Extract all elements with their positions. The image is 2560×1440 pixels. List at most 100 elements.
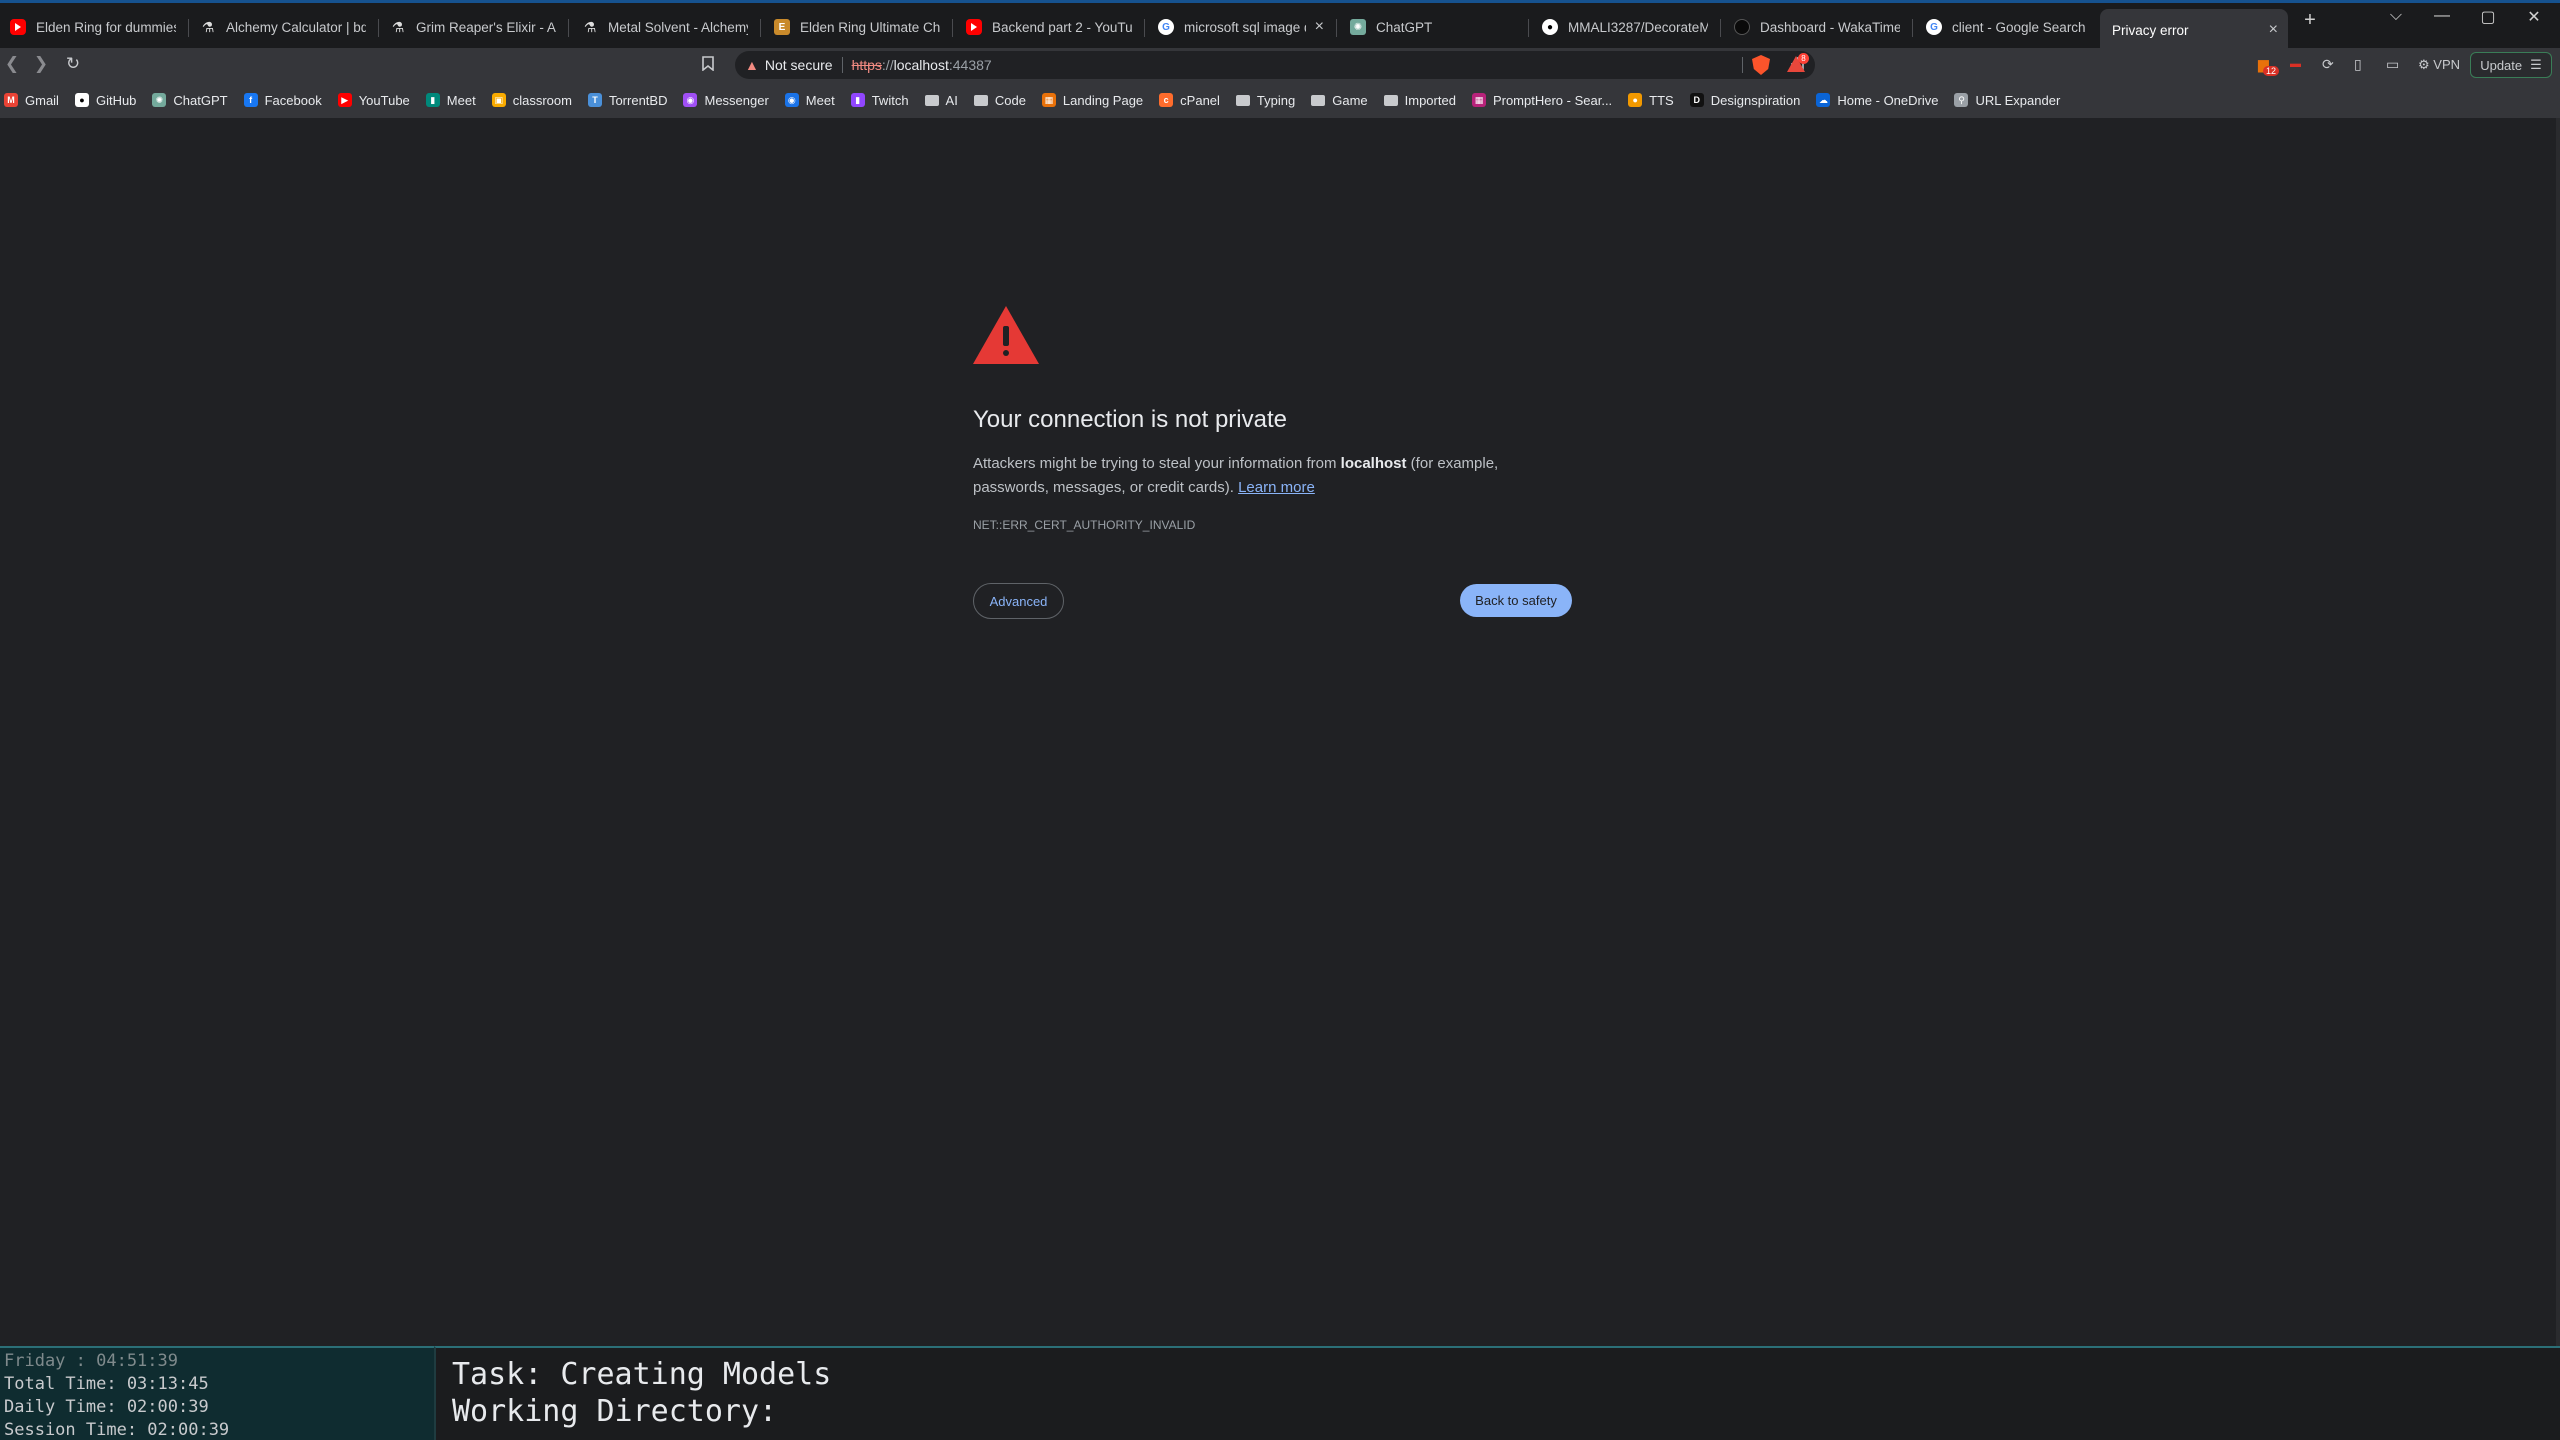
maximize-button[interactable]: ▢: [2468, 7, 2508, 27]
minimize-button[interactable]: —: [2422, 7, 2462, 25]
twitch-icon: ▮: [850, 93, 865, 107]
bookmark-item[interactable]: ▮ Twitch: [850, 93, 909, 108]
rewards-badge: 8: [1798, 53, 1809, 64]
tab-title: microsoft sql image da: [1184, 19, 1306, 35]
url-expander-icon: ⚲: [1954, 93, 1969, 107]
bookmark-label: Meet: [446, 92, 476, 108]
not-secure-label[interactable]: Not secure: [765, 57, 833, 73]
vpn-icon: ⚙: [2418, 57, 2434, 72]
tab[interactable]: G microsoft sql image da ×: [1148, 9, 1334, 45]
vpn-label: VPN: [2433, 57, 2461, 72]
back-button[interactable]: ❮: [0, 54, 24, 74]
wallet-icon[interactable]: ▭: [2386, 56, 2399, 73]
bookmark-label: PromptHero - Sear...: [1492, 92, 1613, 108]
bookmark-item[interactable]: M Gmail: [4, 93, 59, 108]
tab[interactable]: E Elden Ring Ultimate Cheat: [764, 9, 950, 45]
tab[interactable]: ● MMALI3287/DecorateMyN: [1532, 9, 1718, 45]
new-tab-button[interactable]: +: [2290, 9, 2330, 32]
bookmark-label: Messenger: [704, 92, 769, 108]
meet-icon: ◉: [784, 93, 799, 107]
bookmark-item[interactable]: ⚲ URL Expander: [1954, 93, 2060, 108]
tab-search-chevron-icon[interactable]: ⌵: [2376, 7, 2416, 25]
google-icon: G: [1926, 19, 1942, 35]
bookmark-item[interactable]: AI: [924, 93, 958, 108]
tab[interactable]: ⚗ Alchemy Calculator | bdoly: [190, 9, 376, 45]
bookmark-item[interactable]: ▮ Meet: [425, 92, 476, 108]
tab[interactable]: Backend part 2 - YouTube: [956, 9, 1142, 45]
bookmark-item[interactable]: Code: [973, 93, 1026, 108]
bookmark-label: Game: [1332, 92, 1368, 108]
prompthero-icon: ▦: [1471, 93, 1486, 107]
tab-title: Elden Ring Ultimate Cheat: [800, 19, 940, 35]
bookmark-item[interactable]: ◉ Messenger: [683, 92, 769, 108]
page-content: [0, 118, 2556, 1346]
bookmark-item[interactable]: ☁ Home - OneDrive: [1816, 93, 1938, 108]
bookmark-item[interactable]: Imported: [1383, 93, 1456, 108]
bookmark-label: URL Expander: [1975, 92, 2061, 108]
advanced-button[interactable]: Advanced: [973, 583, 1064, 619]
scrollbar[interactable]: [2556, 118, 2560, 1346]
folder-icon: [924, 94, 939, 106]
forward-button[interactable]: ❯: [29, 54, 53, 74]
bookmark-label: Typing: [1256, 92, 1296, 108]
time-tracker-pane: Friday : 04:51:39 Total Time: 03:13:45 D…: [0, 1346, 434, 1440]
tts-icon: ●: [1628, 93, 1643, 107]
message-text: Attackers might be trying to steal your …: [973, 455, 1341, 472]
bookmark-item[interactable]: ▦ Landing Page: [1041, 92, 1144, 108]
tab[interactable]: G client - Google Search: [1916, 9, 2102, 45]
back-to-safety-button[interactable]: Back to safety: [1460, 584, 1572, 617]
sidebar-icon[interactable]: ▯: [2354, 56, 2362, 73]
vpn-button[interactable]: ⚙ VPN: [2418, 57, 2460, 73]
bookmark-item[interactable]: ✺ ChatGPT: [152, 93, 228, 108]
reload-button[interactable]: ↻: [61, 54, 85, 74]
tab-title: Grim Reaper's Elixir - Alche: [416, 19, 556, 35]
folder-icon: [973, 94, 988, 106]
bookmark-label: Gmail: [25, 92, 59, 108]
gmail-icon: M: [4, 93, 18, 107]
bookmark-item[interactable]: ▦ PromptHero - Sear...: [1471, 92, 1613, 108]
bookmark-item[interactable]: ▣ classroom: [491, 93, 572, 108]
bookmark-label: Landing Page: [1062, 92, 1144, 108]
tab[interactable]: ⚗ Metal Solvent - Alchemy Ca: [572, 9, 758, 45]
bookmark-item[interactable]: ● TTS: [1628, 93, 1674, 108]
close-window-button[interactable]: ✕: [2514, 7, 2554, 27]
tab[interactable]: Dashboard - WakaTime: [1724, 9, 1910, 45]
bookmark-item[interactable]: Typing: [1235, 92, 1296, 108]
tab[interactable]: ⚗ Grim Reaper's Elixir - Alche: [380, 9, 566, 45]
wakatime-icon: [1734, 19, 1750, 35]
bookmark-item[interactable]: Game: [1311, 92, 1368, 108]
task-label: Task: Creating Models: [452, 1357, 832, 1392]
bookmarks-bar: M Gmail ● GitHub ✺ ChatGPT f Facebook ▶ YouTube ▮ M…: [0, 82, 2560, 118]
bookmark-item[interactable]: ◉ Meet: [784, 93, 835, 108]
error-code: NET::ERR_CERT_AUTHORITY_INVALID: [973, 518, 1196, 532]
tab[interactable]: ✺ ChatGPT: [1340, 9, 1526, 45]
tab-title: Dashboard - WakaTime: [1760, 19, 1900, 35]
working-directory-label: Working Directory:: [452, 1394, 778, 1429]
bookmark-item[interactable]: ▶ YouTube: [337, 93, 410, 108]
meet-icon: ▮: [425, 93, 440, 107]
tab-close-button[interactable]: ×: [1307, 18, 1324, 36]
page-title: Your connection is not private: [973, 406, 1287, 433]
sync-icon[interactable]: ⟳: [2322, 56, 2334, 73]
learn-more-link[interactable]: Learn more: [1238, 479, 1315, 496]
bookmark-item[interactable]: f Facebook: [243, 93, 322, 108]
warning-icon[interactable]: ▲: [745, 57, 759, 73]
update-button[interactable]: Update ☰: [2470, 52, 2552, 78]
tab-close-button[interactable]: ×: [2261, 21, 2278, 39]
bookmark-item[interactable]: ● GitHub: [74, 93, 136, 108]
extension-icon[interactable]: ▬: [2290, 58, 2301, 70]
tab[interactable]: Elden Ring for dummies: Ba: [0, 9, 186, 45]
tab-strip: Elden Ring for dummies: Ba ⚗ Alchemy Cal…: [0, 0, 2560, 51]
tab-title: MMALI3287/DecorateMyN: [1568, 19, 1708, 35]
address-bar[interactable]: ▲ Not secure https://localhost:44387: [735, 51, 1815, 79]
bookmark-item[interactable]: c cPanel: [1159, 93, 1220, 108]
main-message: Attackers might be trying to steal your …: [973, 452, 1533, 500]
bookmark-item[interactable]: T TorrentBD: [587, 93, 667, 108]
bookmark-icon[interactable]: [702, 56, 714, 75]
message-host: localhost: [1340, 455, 1407, 472]
bookmark-item[interactable]: D Designspiration: [1689, 93, 1800, 108]
tab-title: Backend part 2 - YouTube: [992, 19, 1132, 35]
onedrive-icon: ☁: [1816, 93, 1831, 107]
bookmark-label: Home - OneDrive: [1837, 92, 1939, 108]
tab-active[interactable]: Privacy error ×: [2100, 9, 2288, 51]
